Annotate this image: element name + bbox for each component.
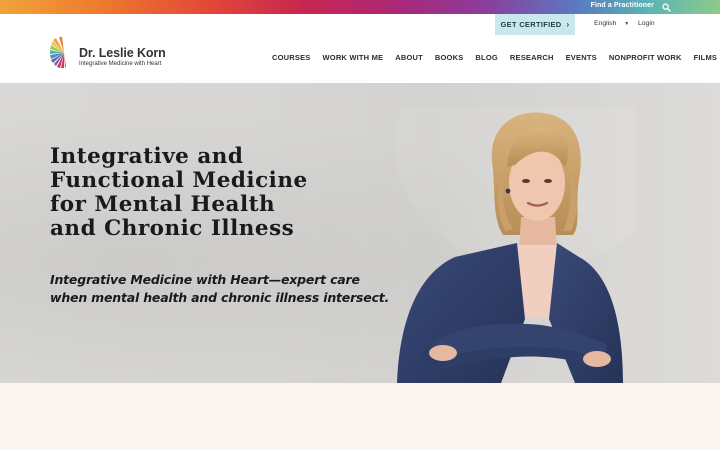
nav-item-courses[interactable]: COURSES <box>266 53 317 62</box>
nav-item-books[interactable]: BOOKS <box>429 53 470 62</box>
logo-name: Dr. Leslie Korn <box>79 46 166 60</box>
nav-item-nonprofit-work[interactable]: NONPROFIT WORK <box>603 53 688 62</box>
caret-down-icon: ▼ <box>624 20 630 27</box>
chevron-right-icon: › <box>566 20 570 29</box>
hero-title-line: Functional Medicine <box>50 168 308 193</box>
search-icon[interactable] <box>662 3 671 12</box>
language-label: English <box>594 20 617 27</box>
logo-tagline: Integrative Medicine with Heart <box>79 61 162 67</box>
hero-title-line: for Mental Health <box>50 192 276 217</box>
site-header: Dr. Leslie Korn Integrative Medicine wit… <box>0 14 720 83</box>
hero-subtitle: Integrative Medicine with Heart—expert c… <box>50 272 390 305</box>
language-selector[interactable]: English ▼ <box>594 20 629 27</box>
hero-title: Integrative and Functional Medicine for … <box>50 145 350 241</box>
find-practitioner-link[interactable]: Find a Practitioner <box>591 2 654 9</box>
nav-item-films[interactable]: FILMS <box>688 53 720 62</box>
hero-section: Integrative and Functional Medicine for … <box>0 83 720 383</box>
main-nav: COURSES WORK WITH ME ABOUT BOOKS BLOG RE… <box>266 53 720 62</box>
get-certified-label: GET CERTIFIED <box>500 20 562 29</box>
nav-item-blog[interactable]: BLOG <box>469 53 503 62</box>
login-link[interactable]: Login <box>638 20 655 27</box>
nav-item-research[interactable]: RESEARCH <box>504 53 560 62</box>
get-certified-button[interactable]: GET CERTIFIED › <box>495 14 575 35</box>
nav-item-events[interactable]: EVENTS <box>560 53 603 62</box>
sunburst-logo-icon <box>50 37 66 68</box>
portrait-photo <box>395 107 635 383</box>
hero-title-line: Integrative and <box>50 144 244 169</box>
below-hero-section <box>0 383 720 450</box>
nav-item-about[interactable]: ABOUT <box>389 53 429 62</box>
site-logo[interactable]: Dr. Leslie Korn Integrative Medicine wit… <box>50 34 180 70</box>
hero-title-line: and Chronic Illness <box>50 216 295 241</box>
nav-item-work-with-me[interactable]: WORK WITH ME <box>317 53 390 62</box>
top-gradient-bar: Find a Practitioner <box>0 0 720 14</box>
